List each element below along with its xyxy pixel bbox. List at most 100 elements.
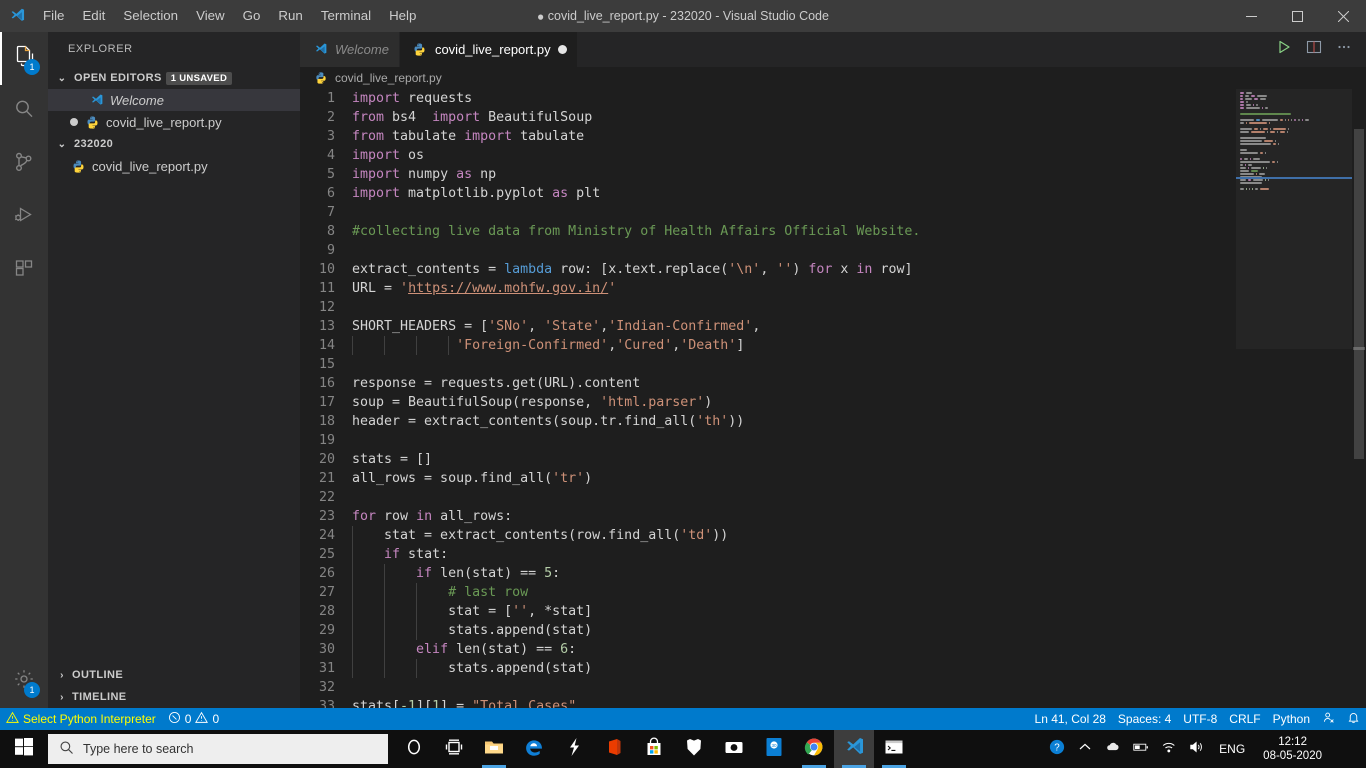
menu-help[interactable]: Help [380, 0, 425, 32]
status-notifications[interactable] [1341, 708, 1366, 730]
maximize-button[interactable] [1274, 0, 1320, 32]
code-line[interactable]: 30 elif len(stat) == 6: [300, 640, 1366, 659]
code-line[interactable]: 7 [300, 203, 1366, 222]
activitybar-item-search[interactable] [0, 85, 48, 138]
breadcrumb[interactable]: covid_live_report.py [300, 67, 1366, 89]
code-line[interactable]: 13 SHORT_HEADERS = ['SNo', 'State','India… [300, 317, 1366, 336]
code-line[interactable]: 3 from tabulate import tabulate [300, 127, 1366, 146]
code-line[interactable]: 12 [300, 298, 1366, 317]
code-line[interactable]: 27 # last row [300, 583, 1366, 602]
menu-selection[interactable]: Selection [114, 0, 187, 32]
help-circle-icon-button[interactable]: ? [1043, 730, 1071, 768]
file-tree-item-covid-live-report[interactable]: covid_live_report.py [48, 155, 300, 177]
code-line[interactable]: 11 URL = 'https://www.mohfw.gov.in/' [300, 279, 1366, 298]
flash-app-button[interactable] [554, 730, 594, 768]
cortana-icon-button[interactable] [394, 730, 434, 768]
code-line[interactable]: 24 stat = extract_contents(row.find_all(… [300, 526, 1366, 545]
onedrive-icon-button[interactable] [1099, 730, 1127, 768]
tab-dirty-indicator[interactable] [557, 45, 567, 54]
status-editor-position[interactable]: Ln 41, Col 28 [1029, 708, 1112, 730]
code-line[interactable]: 18 header = extract_contents(soup.tr.find… [300, 412, 1366, 431]
wifi-icon-button[interactable] [1155, 730, 1183, 768]
close-button[interactable] [1320, 0, 1366, 32]
code-line[interactable]: 21 all_rows = soup.find_all('tr') [300, 469, 1366, 488]
menu-run[interactable]: Run [269, 0, 311, 32]
code-editor[interactable]: 1 import requests 2 from bs4 import Beautif… [300, 89, 1366, 708]
code-line[interactable]: 26 if len(stat) == 5: [300, 564, 1366, 583]
code-line[interactable]: 9 [300, 241, 1366, 260]
activitybar-item-source-control[interactable] [0, 138, 48, 191]
status-python-interpreter[interactable]: Select Python Interpreter [0, 708, 162, 730]
code-line[interactable]: 32 [300, 678, 1366, 697]
microsoft-edge-button[interactable] [514, 730, 554, 768]
code-line[interactable]: 25 if stat: [300, 545, 1366, 564]
code-line[interactable]: 22 [300, 488, 1366, 507]
code-line[interactable]: 5 import numpy as np [300, 165, 1366, 184]
status-live-share[interactable] [1316, 708, 1341, 730]
code-line[interactable]: 15 [300, 355, 1366, 374]
minimize-button[interactable] [1228, 0, 1274, 32]
action-center-button[interactable] [1332, 730, 1365, 768]
clock[interactable]: 12:12 08-05-2020 [1253, 735, 1332, 763]
section-folder-232020[interactable]: ⌄ 232020 [48, 133, 300, 155]
code-line[interactable]: 17 soup = BeautifulSoup(response, 'html.p… [300, 393, 1366, 412]
code-line[interactable]: 8 #collecting live data from Ministry of … [300, 222, 1366, 241]
section-timeline[interactable]: › TIMELINE [48, 686, 300, 708]
zoom-button[interactable]: 30 [754, 730, 794, 768]
open-editor-covid-live-report[interactable]: covid_live_report.py [48, 111, 300, 133]
brave-browser-button[interactable] [674, 730, 714, 768]
status-encoding[interactable]: UTF-8 [1177, 708, 1223, 730]
activitybar-item-run-and-debug[interactable] [0, 191, 48, 244]
menu-file[interactable]: File [34, 0, 73, 32]
section-open-editors[interactable]: ⌄ OPEN EDITORS 1 UNSAVED [48, 67, 300, 89]
code-line[interactable]: 14 'Foreign-Confirmed','Cured','Death'] [300, 336, 1366, 355]
microsoft-office-button[interactable] [594, 730, 634, 768]
visual-studio-code-button[interactable] [834, 730, 874, 768]
battery-icon-button[interactable] [1127, 730, 1155, 768]
code-line[interactable]: 33 stats[-1][1] = "Total Cases" [300, 697, 1366, 708]
scrollbar-thumb[interactable] [1354, 129, 1364, 459]
code-line[interactable]: 16 response = requests.get(URL).content [300, 374, 1366, 393]
language-indicator[interactable]: ENG [1211, 742, 1253, 756]
code-line[interactable]: 1 import requests [300, 89, 1366, 108]
file-explorer-button[interactable] [474, 730, 514, 768]
run-python-file-button[interactable] [1270, 36, 1298, 64]
more-actions-button[interactable] [1330, 36, 1358, 64]
code-line[interactable]: 4 import os [300, 146, 1366, 165]
tab-welcome[interactable]: Welcome [300, 32, 400, 67]
split-editor-button[interactable] [1300, 36, 1328, 64]
status-language-mode[interactable]: Python [1267, 708, 1316, 730]
code-line[interactable]: 2 from bs4 import BeautifulSoup [300, 108, 1366, 127]
google-chrome-button[interactable] [794, 730, 834, 768]
command-prompt-button[interactable] [874, 730, 914, 768]
tab-covid-live-report[interactable]: covid_live_report.py [399, 32, 578, 67]
editor-vertical-scrollbar[interactable] [1352, 89, 1366, 708]
minimap[interactable] [1236, 89, 1352, 708]
start-button[interactable] [0, 730, 48, 768]
status-eol[interactable]: CRLF [1223, 708, 1266, 730]
code-line[interactable]: 20 stats = [] [300, 450, 1366, 469]
activitybar-item-extensions[interactable] [0, 244, 48, 297]
activitybar-item-explorer[interactable]: 1 [0, 32, 48, 85]
code-line[interactable]: 29 stats.append(stat) [300, 621, 1366, 640]
status-indentation[interactable]: Spaces: 4 [1112, 708, 1177, 730]
activitybar-item-manage[interactable]: 1 [0, 655, 48, 708]
menu-edit[interactable]: Edit [73, 0, 114, 32]
status-problems[interactable]: 0 0 [162, 708, 225, 730]
open-editor-welcome[interactable]: Welcome [48, 89, 300, 111]
task-view-button[interactable] [434, 730, 474, 768]
code-line[interactable]: 10 extract_contents = lambda row: [x.text… [300, 260, 1366, 279]
camera-button[interactable] [714, 730, 754, 768]
menu-go[interactable]: Go [234, 0, 270, 32]
search-input[interactable]: Type here to search [48, 734, 388, 764]
menu-terminal[interactable]: Terminal [312, 0, 380, 32]
section-outline[interactable]: › OUTLINE [48, 664, 300, 686]
menu-view[interactable]: View [187, 0, 234, 32]
microsoft-store-button[interactable] [634, 730, 674, 768]
volume-icon-button[interactable] [1183, 730, 1211, 768]
code-line[interactable]: 6 import matplotlib.pyplot as plt [300, 184, 1366, 203]
code-line[interactable]: 31 stats.append(stat) [300, 659, 1366, 678]
show-hidden-icons-button[interactable] [1071, 730, 1099, 768]
code-line[interactable]: 28 stat = ['', *stat] [300, 602, 1366, 621]
code-line[interactable]: 19 [300, 431, 1366, 450]
